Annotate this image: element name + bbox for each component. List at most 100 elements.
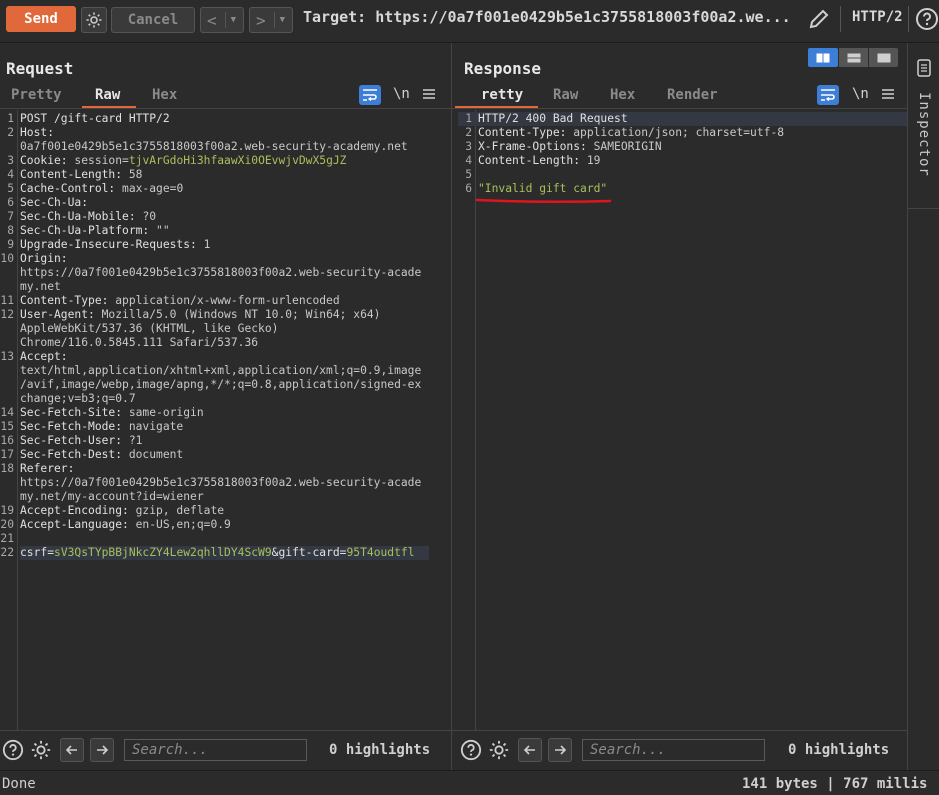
back-button[interactable]: < ▼ [200,7,244,33]
help-button[interactable] [915,7,938,31]
chevron-down-icon[interactable]: ▼ [280,15,285,25]
response-editor[interactable]: 1 HTTP/2 400 Bad Request 2 Content-Type: ap… [458,112,907,196]
settings-button[interactable] [488,739,510,765]
footer-divider [452,730,907,731]
code-line[interactable]: Chrome/116.0.5845.111 Safari/537.36 [0,336,451,350]
next-match-button[interactable] [548,738,572,762]
tab-pretty[interactable]: retty [481,87,523,103]
code-line[interactable]: 7 Sec-Ch-Ua-Mobile: ?0 [0,210,451,224]
tab-raw[interactable]: Raw [95,87,120,103]
layout-side-by-side-button[interactable] [808,48,838,67]
header-value: en-US,en;q=0.9 [135,518,231,531]
header-value: document [128,448,184,461]
request-search-input[interactable]: Search... [124,739,307,761]
settings-button[interactable] [30,739,52,765]
menu-button[interactable] [881,86,895,105]
code-line[interactable]: 15 Sec-Fetch-Mode: navigate [0,420,451,434]
code-line[interactable]: 1 POST /gift-card HTTP/2 [0,112,451,126]
newline-toggle[interactable]: \n [393,86,410,102]
code-line[interactable]: 1 HTTP/2 400 Bad Request [458,112,907,126]
help-button[interactable] [2,739,24,765]
line-number: 15 [0,420,14,433]
protocol-label[interactable]: HTTP/2 [852,9,903,25]
code-line[interactable]: 5 Cache-Control: max-age=0 [0,182,451,196]
wrap-lines-button[interactable] [359,85,381,105]
line-content: Cache-Control: max-age=0 [20,182,183,196]
code-line[interactable]: 9 Upgrade-Insecure-Requests: 1 [0,238,451,252]
pencil-icon [809,9,829,29]
red-underline-annotation [475,198,612,204]
line-number: 9 [7,238,14,251]
code-line[interactable]: 4 Content-Length: 58 [0,168,451,182]
inspector-toggle[interactable] [917,59,931,81]
code-line[interactable]: my.net/my-account?id=wiener [0,490,451,504]
code-line[interactable]: text/html,application/xhtml+xml,applicat… [0,364,451,378]
help-button[interactable] [460,739,482,765]
inspector-label[interactable]: Inspector [916,92,932,177]
code-line[interactable]: 6 Sec-Ch-Ua: [0,196,451,210]
line-number: 5 [465,168,472,181]
layout-stacked-button[interactable] [839,48,868,67]
tab-raw[interactable]: Raw [553,87,578,103]
code-line[interactable]: 19 Accept-Encoding: gzip, deflate [0,504,451,518]
code-line[interactable]: 0a7f001e0429b5e1c3755818003f00a2.web-sec… [0,140,451,154]
tab-render[interactable]: Render [667,87,718,103]
send-button[interactable]: Send [6,6,76,32]
code-line[interactable]: 17 Sec-Fetch-Dest: document [0,448,451,462]
line-number: 8 [7,224,14,237]
tab-hex[interactable]: Hex [152,87,177,103]
send-settings-button[interactable] [81,7,107,33]
panel-divider[interactable] [451,43,452,770]
code-line[interactable]: 3 X-Frame-Options: SAMEORIGIN [458,140,907,154]
code-line[interactable]: 8 Sec-Ch-Ua-Platform: "" [0,224,451,238]
code-line[interactable]: /avif,image/webp,image/apng,*/*;q=0.8,ap… [0,378,451,392]
back-icon: < [207,10,217,30]
line-content: "Invalid gift card" [478,182,607,196]
code-line[interactable]: 20 Accept-Language: en-US,en;q=0.9 [0,518,451,532]
code-line[interactable]: 3 Cookie: session=tjvArGdoHi3hfaawXi0OEvw… [0,154,451,168]
code-line[interactable]: 5 [458,168,907,182]
target-url[interactable]: Target: https://0a7f001e0429b5e1c3755818… [303,8,791,26]
header-name: Sec-Ch-Ua-Platform: [20,224,157,237]
code-line[interactable]: 22 csrf=sV3QsTYpBBjNkcZY4Lew2qhllDY4ScW9&… [0,546,451,560]
layout-single-button[interactable] [869,48,898,67]
gear-icon [489,740,509,760]
previous-match-button[interactable] [60,738,84,762]
code-line[interactable]: https://0a7f001e0429b5e1c3755818003f00a2… [0,266,451,280]
newline-toggle[interactable]: \n [852,86,869,102]
header-name: Accept-Language: [20,518,136,531]
code-line[interactable]: change;v=b3;q=0.7 [0,392,451,406]
code-line[interactable]: 16 Sec-Fetch-User: ?1 [0,434,451,448]
code-line[interactable]: 6 "Invalid gift card" [458,182,907,196]
code-line[interactable]: https://0a7f001e0429b5e1c3755818003f00a2… [0,476,451,490]
code-line[interactable]: 2 Content-Type: application/json; charset… [458,126,907,140]
forward-button[interactable]: > ▼ [249,7,293,33]
code-line[interactable]: 13 Accept: [0,350,451,364]
previous-match-button[interactable] [518,738,542,762]
response-search-input[interactable]: Search... [582,739,765,761]
code-line[interactable]: my.net [0,280,451,294]
edit-target-button[interactable] [807,7,831,31]
header-name: Content-Type: [20,294,116,307]
menu-button[interactable] [422,86,436,105]
code-line[interactable]: 11 Content-Type: application/x-www-form-u… [0,294,451,308]
code-line[interactable]: 12 User-Agent: Mozilla/5.0 (Windows NT 10… [0,308,451,322]
cancel-button[interactable]: Cancel [111,7,195,33]
line-number: 3 [465,140,472,153]
code-line[interactable]: AppleWebKit/537.36 (KHTML, like Gecko) [0,322,451,336]
code-line[interactable]: 4 Content-Length: 19 [458,154,907,168]
code-line[interactable]: 10 Origin: [0,252,451,266]
request-editor[interactable]: 1 POST /gift-card HTTP/2 2 Host: 0a7f001e042… [0,112,451,560]
code-line[interactable]: 21 [0,532,451,546]
code-line[interactable]: 18 Referer: [0,462,451,476]
tab-hex[interactable]: Hex [610,87,635,103]
header-name: Upgrade-Insecure-Requests: [20,238,204,251]
tab-pretty[interactable]: Pretty [11,87,62,103]
chevron-down-icon[interactable]: ▼ [231,15,236,25]
code-line[interactable]: 14 Sec-Fetch-Site: same-origin [0,406,451,420]
wrap-lines-button[interactable] [817,85,839,105]
code-line[interactable]: 2 Host: [0,126,451,140]
next-match-button[interactable] [90,738,114,762]
line-content: my.net [20,280,61,294]
panel-divider[interactable] [907,43,908,770]
